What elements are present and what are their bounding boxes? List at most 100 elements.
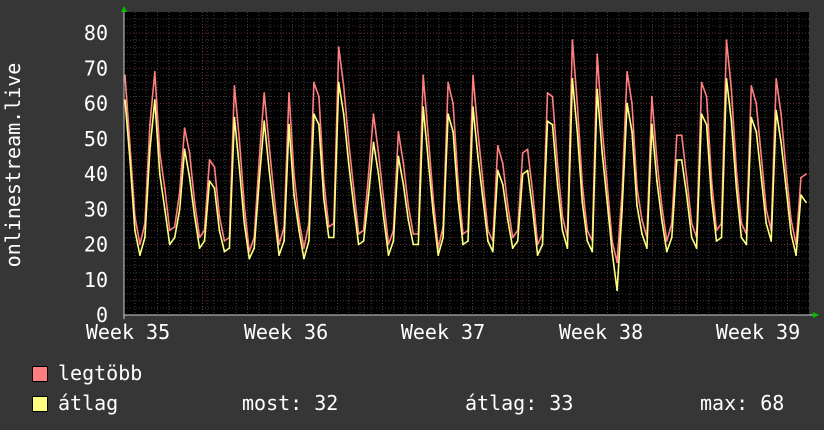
x-axis-arrow-icon [813,312,819,318]
y-axis-arrow-icon [121,6,127,12]
data-point-max [780,113,782,116]
data-point-max [506,204,509,207]
data-point-avg [730,120,733,123]
data-point-avg [770,240,773,242]
data-point-avg [313,113,315,116]
data-point-avg [452,130,454,133]
data-point-max [288,92,290,94]
data-point-avg [407,219,410,221]
data-point-avg [487,240,489,242]
data-point-max [561,215,564,218]
data-point-max [208,159,211,161]
data-point-max [685,176,688,179]
data-point-avg [566,247,569,250]
data-point-avg [591,250,594,253]
data-point-max [372,113,375,116]
data-point-max [551,95,554,98]
data-point-avg [293,194,295,197]
data-point-max [641,219,643,221]
data-point-avg [129,159,131,161]
data-point-max [725,39,728,42]
data-point-max [233,85,236,87]
data-point-avg [581,201,584,204]
data-point-avg [263,120,266,123]
data-point-avg [646,247,648,250]
data-point-avg [442,236,444,239]
data-point-avg [561,229,564,232]
data-point-max [675,134,678,137]
data-point-max [407,204,410,207]
data-point-max [163,187,166,190]
data-point-avg [506,219,509,221]
data-point-avg [228,247,231,250]
data-point-max [377,152,380,154]
data-point-max [705,95,708,98]
data-point-avg [437,254,440,256]
data-point-max [223,240,226,242]
data-point-max [367,173,370,176]
data-point-max [576,102,579,105]
data-point-max [352,187,355,190]
data-point-max [596,53,599,56]
data-point-avg [447,113,449,116]
data-point-avg [531,208,534,211]
data-point-max [422,74,425,77]
y-tick-label: 30 [84,197,108,221]
data-point-max [238,137,241,140]
data-point-avg [665,250,668,253]
data-point-avg [700,113,703,116]
data-point-max [447,81,449,84]
y-tick-label: 20 [84,233,108,257]
data-point-max [402,162,405,165]
data-point-max [472,74,474,77]
data-point-max [526,148,529,151]
data-point-avg [327,236,330,239]
data-point-max [153,71,156,73]
data-point-max [680,134,683,137]
x-tick-label: Week 38 [559,320,643,344]
data-point-max [501,162,504,165]
data-point-max [193,201,196,204]
data-point-avg [382,215,385,218]
data-point-max [452,102,454,105]
data-point-avg [735,187,738,190]
data-point-avg [208,180,211,183]
data-point-avg [785,187,787,190]
data-point-avg [268,169,271,172]
data-point-max [601,127,604,130]
data-point-avg [153,99,156,101]
data-point-avg [462,243,464,246]
data-point-avg [750,116,753,119]
data-point-avg [611,250,613,253]
data-point-max [213,166,216,168]
data-point-max [626,71,628,73]
data-point-avg [501,183,504,186]
data-point-max [198,236,201,239]
data-point-avg [367,194,370,197]
data-point-avg [238,166,241,168]
data-point-avg [616,289,618,292]
data-point-avg [347,162,350,165]
data-point-avg [283,240,285,242]
x-tick-label: Week 36 [244,320,328,344]
data-point-avg [457,197,459,200]
data-point-avg [188,176,191,179]
data-point-avg [670,236,673,239]
data-point-avg [144,236,146,239]
data-point-avg [397,155,400,158]
data-point-max [750,85,753,87]
data-point-max [313,81,315,84]
data-point-avg [780,141,782,144]
data-point-avg [800,194,802,197]
data-point-avg [765,222,768,225]
data-point-avg [477,155,479,158]
data-point-max [263,92,266,94]
data-point-avg [258,180,261,183]
data-point-avg [631,130,633,133]
data-point-avg [288,123,290,126]
data-point-avg [158,173,161,176]
data-point-avg [183,148,186,151]
data-point-avg [163,208,166,211]
data-point-avg [626,102,628,105]
data-point-avg [178,208,181,211]
